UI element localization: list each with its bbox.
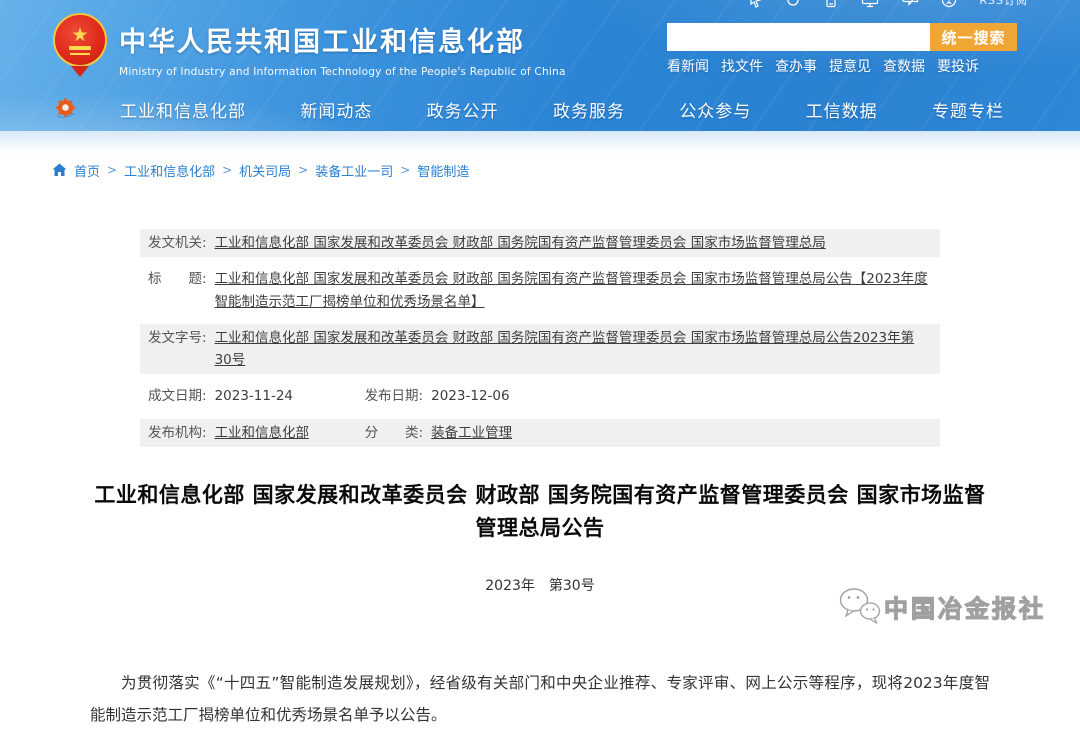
breadcrumb-link[interactable]: 机关司局 — [239, 161, 291, 180]
national-emblem-logo: ★ — [53, 13, 107, 67]
breadcrumb-separator: > — [107, 163, 117, 177]
meta-row: 标 题: 工业和信息化部 国家发展和改革委员会 财政部 国务院国有资产监督管理委员… — [140, 265, 940, 316]
meta-value[interactable]: 装备工业管理 — [431, 422, 512, 444]
meta-label: 发布日期: — [365, 385, 424, 407]
breadcrumb-link[interactable]: 装备工业一司 — [315, 161, 393, 180]
unified-search-button[interactable]: 统一搜索 — [930, 23, 1017, 51]
site-title-block: 中华人民共和国工业和信息化部 Ministry of Industry and … — [119, 20, 566, 78]
pointer-icon[interactable] — [748, 0, 763, 8]
meta-label: 成文日期: — [148, 385, 207, 407]
quick-link[interactable]: 查数据 — [883, 56, 925, 76]
meta-label: 发文机关: — [148, 232, 207, 254]
quick-link[interactable]: 查办事 — [775, 56, 817, 76]
issue-number: 2023年 第30号 — [90, 575, 990, 595]
meta-label: 分 类: — [365, 422, 424, 444]
emblem-gate-icon — [69, 46, 91, 50]
emblem-star-icon: ★ — [71, 27, 88, 43]
meta-row: 成文日期: 2023-11-24发布日期: 2023-12-06 — [140, 382, 940, 410]
breadcrumb-link[interactable]: 工业和信息化部 — [124, 161, 215, 180]
breadcrumb-separator: > — [400, 163, 410, 177]
meta-value[interactable]: 工业和信息化部 国家发展和改革委员会 财政部 国务院国有资产监督管理委员会 国家… — [215, 268, 930, 313]
meta-label: 标 题: — [148, 268, 207, 290]
header-fade-strip — [0, 131, 1080, 153]
breadcrumb-separator: > — [222, 163, 232, 177]
breadcrumb-link[interactable]: 智能制造 — [417, 161, 469, 180]
article: 工业和信息化部 国家发展和改革委员会 财政部 国务院国有资产监督管理委员会 国家… — [90, 479, 990, 731]
nav-item[interactable]: 工业和信息化部 — [120, 97, 246, 122]
breadcrumb-separator: > — [298, 163, 308, 177]
document-title: 工业和信息化部 国家发展和改革委员会 财政部 国务院国有资产监督管理委员会 国家… — [90, 479, 990, 545]
meta-value[interactable]: 工业和信息化部 — [215, 422, 365, 444]
meta-row: 发文字号: 工业和信息化部 国家发展和改革委员会 财政部 国务院国有资产监督管理委… — [140, 324, 940, 375]
rss-link[interactable]: RSS订阅 — [979, 0, 1028, 8]
refresh-icon[interactable] — [785, 0, 801, 8]
header-quick-links: 看新闻找文件查办事提意见查数据要投诉 — [667, 56, 979, 76]
nav-items: 工业和信息化部 新闻动态 政务公开 政务服务 公众参与 工信数据 专题专栏 — [0, 88, 1080, 131]
nav-item[interactable]: 政务公开 — [427, 97, 499, 122]
nav-item[interactable]: 工信数据 — [806, 97, 878, 122]
nav-item[interactable]: 公众参与 — [679, 97, 751, 122]
meta-value: 2023-11-24 — [215, 385, 365, 407]
nav-item[interactable]: 新闻动态 — [300, 97, 372, 122]
site-header: RSS订阅 ★ 中华人民共和国工业和信息化部 Ministry of Indus… — [0, 0, 1080, 131]
meta-row: 发布机构: 工业和信息化部分 类: 装备工业管理 — [140, 419, 940, 447]
main-nav: 工业和信息化部 新闻动态 政务公开 政务服务 公众参与 工信数据 专题专栏 — [0, 88, 1080, 131]
meta-value[interactable]: 工业和信息化部 国家发展和改革委员会 财政部 国务院国有资产监督管理委员会 国家… — [215, 327, 930, 372]
header-mini-icons: RSS订阅 — [748, 0, 1028, 8]
search-input[interactable] — [667, 23, 930, 51]
device-icon[interactable] — [823, 0, 839, 8]
breadcrumb: 首页 > 工业和信息化部 > 机关司局 > 装备工业一司 > 智能制造 — [52, 161, 1080, 179]
miit-nav-logo-icon[interactable] — [53, 97, 78, 122]
site-title: 中华人民共和国工业和信息化部 — [119, 20, 566, 59]
quick-link[interactable]: 看新闻 — [667, 56, 709, 76]
meta-label: 发布机构: — [148, 422, 207, 444]
chat-icon[interactable] — [901, 0, 919, 8]
body-paragraph: 为贯彻落实《“十四五”智能制造发展规划》，经省级有关部门和中央企业推荐、专家评审… — [90, 667, 990, 731]
quick-link[interactable]: 提意见 — [829, 56, 871, 76]
breadcrumb-link[interactable]: 首页 — [74, 161, 100, 180]
miit-portal-page: RSS订阅 ★ 中华人民共和国工业和信息化部 Ministry of Indus… — [0, 0, 1080, 731]
nav-item[interactable]: 政务服务 — [553, 97, 625, 122]
monitor-icon[interactable] — [861, 0, 879, 8]
nav-item[interactable]: 专题专栏 — [932, 97, 1004, 122]
site-subtitle-en: Ministry of Industry and Information Tec… — [119, 66, 566, 78]
quick-link[interactable]: 要投诉 — [937, 56, 979, 76]
home-icon[interactable] — [52, 163, 67, 177]
meta-value[interactable]: 工业和信息化部 国家发展和改革委员会 财政部 国务院国有资产监督管理委员会 国家… — [215, 232, 930, 254]
doc-meta-table: 发文机关: 工业和信息化部 国家发展和改革委员会 财政部 国务院国有资产监督管理委… — [140, 229, 940, 447]
meta-value: 2023-12-06 — [431, 385, 509, 407]
meta-label: 发文字号: — [148, 327, 207, 349]
accessibility-icon[interactable] — [941, 0, 957, 8]
meta-row: 发文机关: 工业和信息化部 国家发展和改革委员会 财政部 国务院国有资产监督管理委… — [140, 229, 940, 257]
quick-link[interactable]: 找文件 — [721, 56, 763, 76]
